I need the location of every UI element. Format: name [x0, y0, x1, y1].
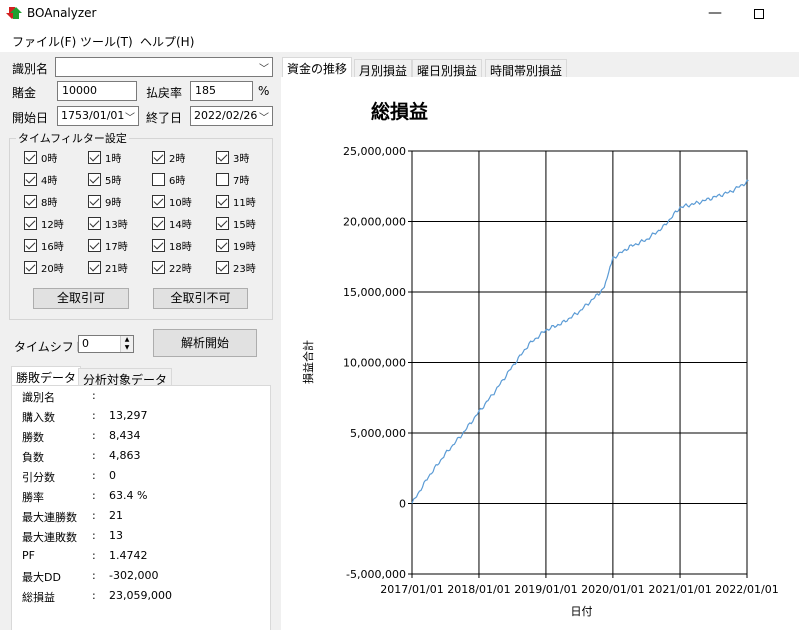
x-axis-label: 日付 — [571, 605, 593, 618]
x-tick-label: 2022/01/01 — [715, 583, 778, 596]
y-tick-label: -5,000,000 — [346, 568, 406, 581]
chart-svg: -5,000,000 0 5,000,000 10,000,000 15,000,000… — [301, 145, 779, 618]
x-tick-label: 2018/01/01 — [447, 583, 510, 596]
x-tick-label: 2019/01/01 — [514, 583, 577, 596]
y-axis-label: 損益合計 — [301, 340, 315, 384]
y-tick-label: 15,000,000 — [343, 286, 406, 299]
x-tick-label: 2017/01/01 — [380, 583, 443, 596]
y-tick-label: 10,000,000 — [343, 357, 406, 370]
y-tick-label: 20,000,000 — [343, 216, 406, 229]
series-line — [411, 179, 749, 504]
y-tick-label: 0 — [399, 498, 406, 511]
x-tick-label: 2020/01/01 — [581, 583, 644, 596]
y-tick-label: 25,000,000 — [343, 145, 406, 158]
x-tick-label: 2021/01/01 — [648, 583, 711, 596]
y-tick-label: 5,000,000 — [350, 427, 406, 440]
